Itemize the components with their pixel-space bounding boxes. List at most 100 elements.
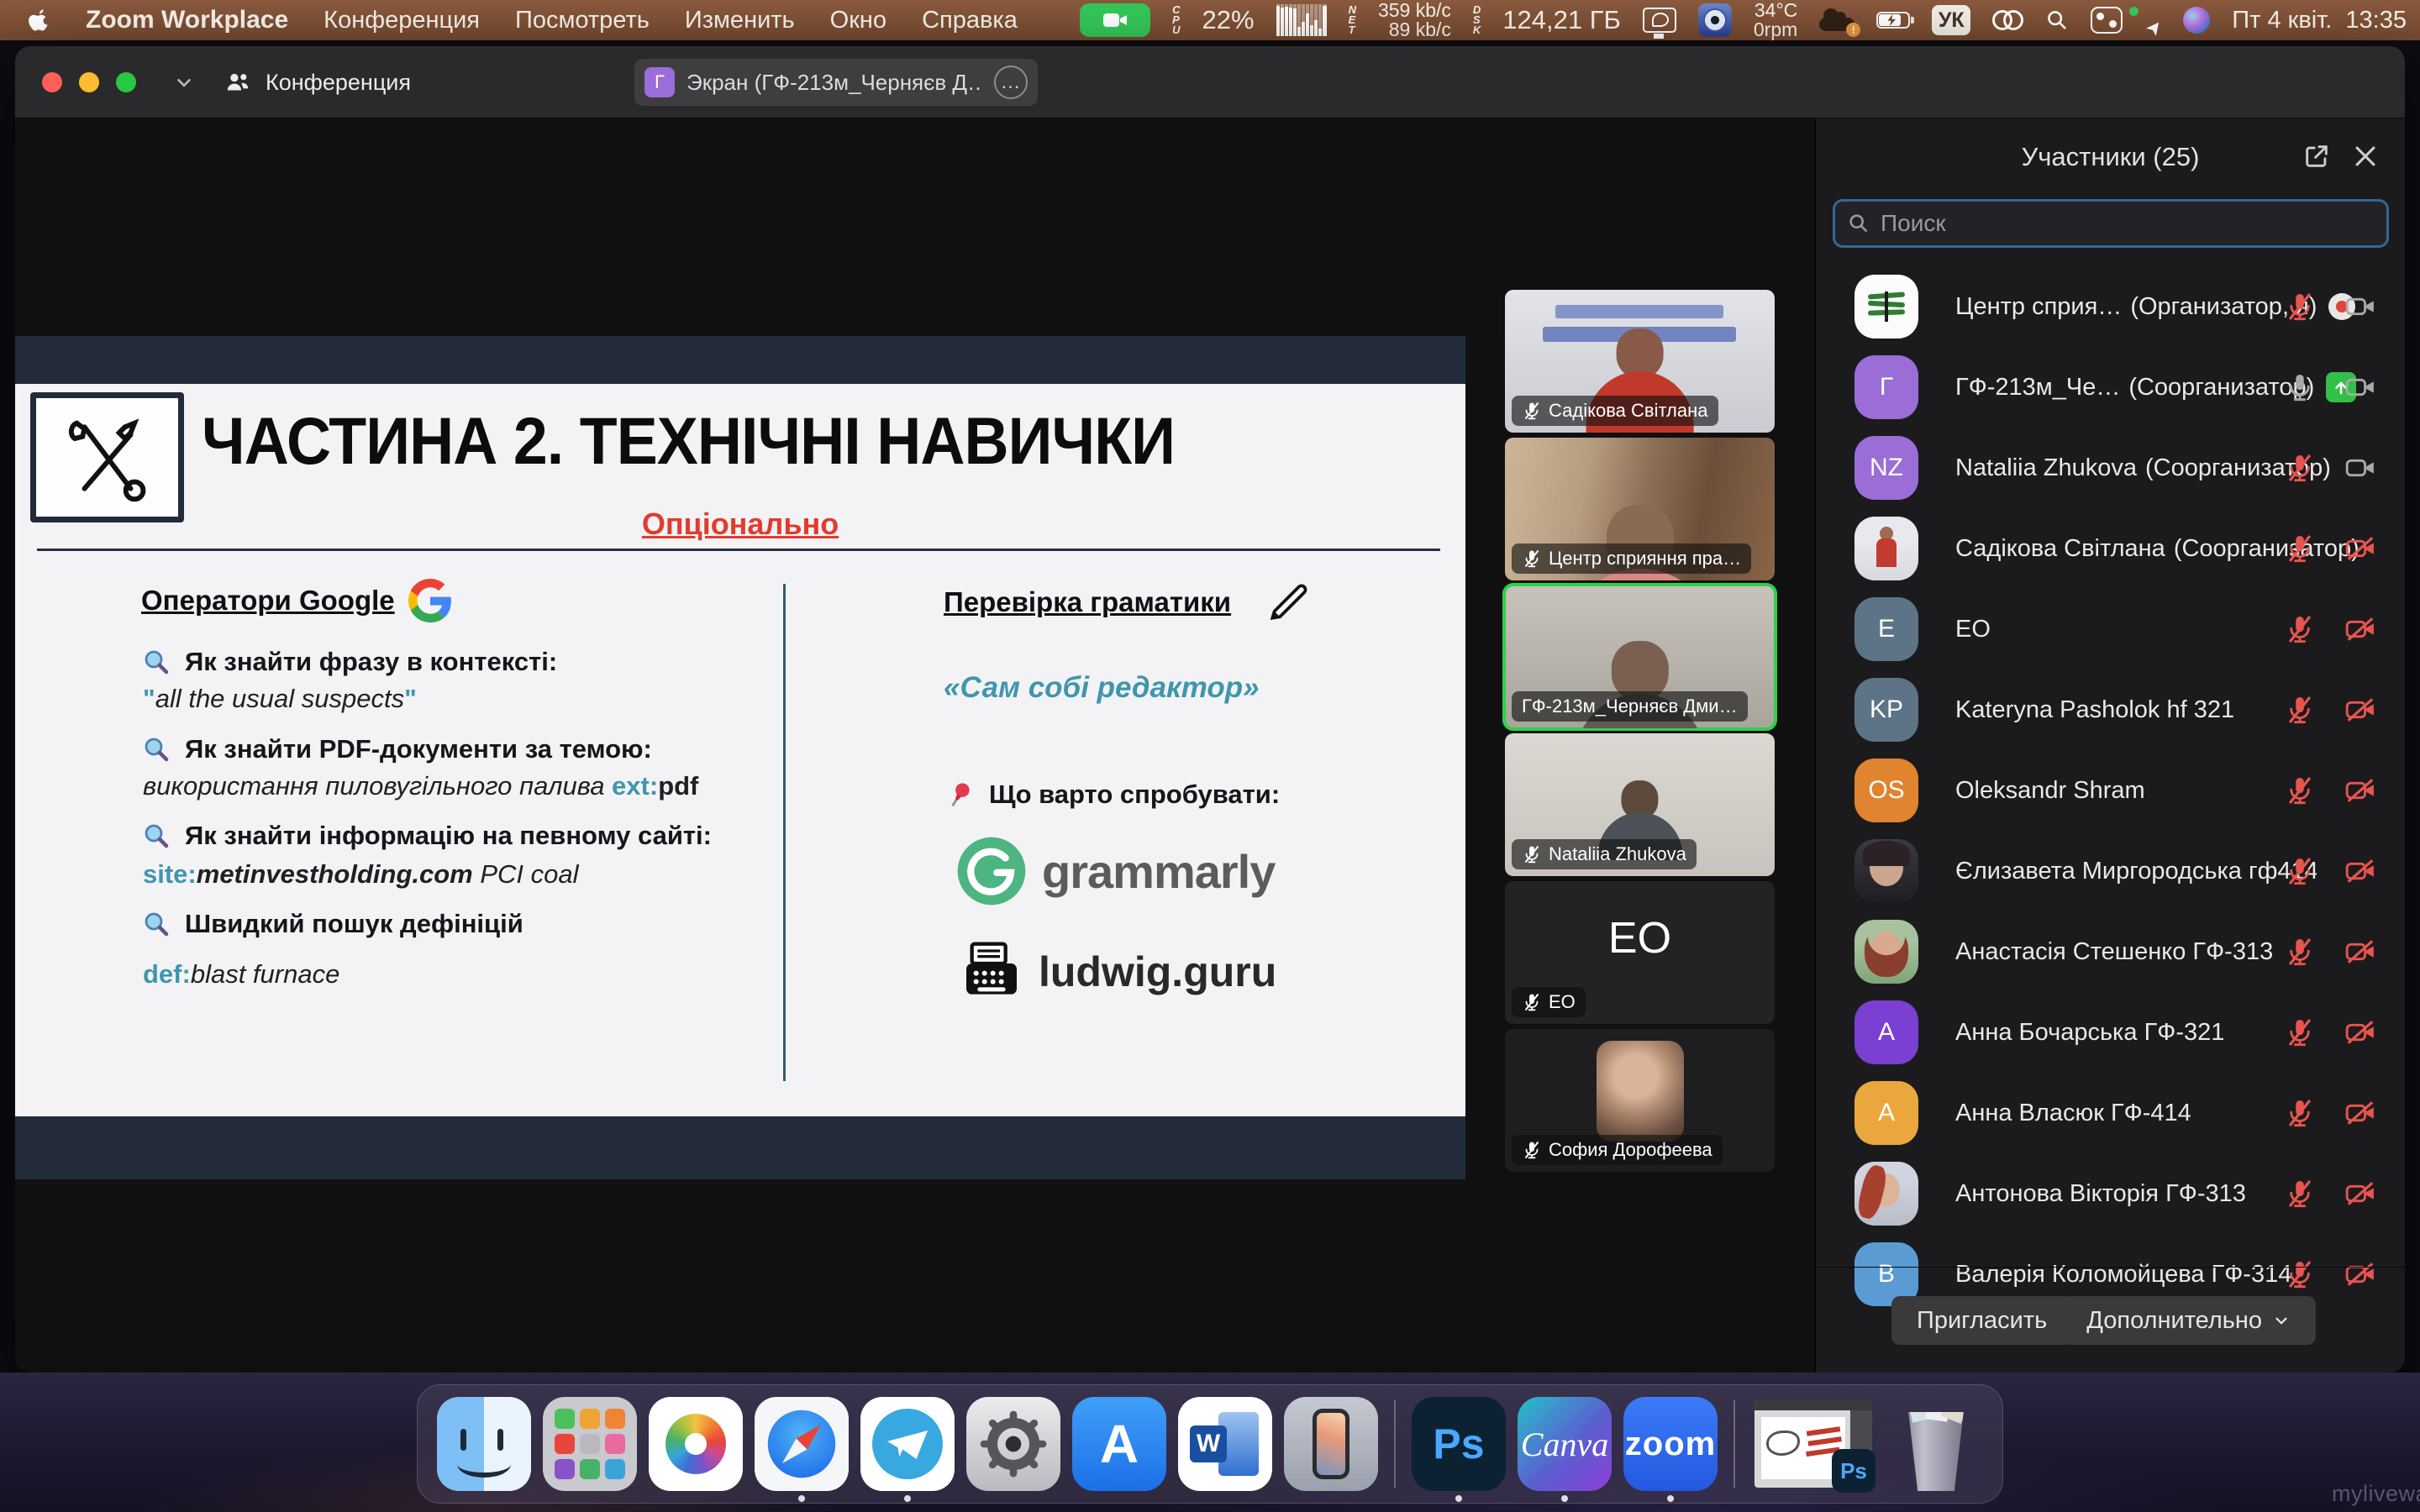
dock-item-photoshop[interactable]: Ps — [1412, 1397, 1506, 1491]
participant-row[interactable]: E EO — [1816, 589, 2405, 669]
dock-item-telegram[interactable] — [860, 1397, 955, 1491]
video-tile-4[interactable]: Nataliia Zhukova — [1505, 733, 1775, 876]
mic-muted-icon[interactable] — [2284, 855, 2316, 887]
tab-meeting-home[interactable]: Конференция — [224, 61, 411, 103]
mic-muted-icon[interactable] — [1522, 401, 1542, 421]
participant-row[interactable]: А Анна Власюк ГФ-414 — [1816, 1073, 2405, 1153]
tab-shared-screen[interactable]: Г Экран (ГФ-213м_Черняєв Д… … — [634, 59, 1038, 106]
camera-off-icon[interactable] — [2344, 694, 2376, 726]
spotlight-search-icon[interactable] — [2045, 8, 2069, 32]
cpu-value[interactable]: 22% — [1202, 5, 1255, 35]
siri-icon[interactable] — [2183, 7, 2210, 34]
istat-monitor-icon[interactable] — [1643, 8, 1676, 33]
video-tile-2[interactable]: Центр сприяння пра… — [1505, 438, 1775, 580]
camera-icon[interactable] — [2344, 371, 2376, 403]
linked-rings-icon[interactable] — [1992, 10, 2023, 30]
mic-muted-icon[interactable] — [1522, 992, 1542, 1012]
menu-Посмотреть[interactable]: Посмотреть — [515, 7, 650, 34]
participant-name: EO — [1955, 616, 1991, 643]
menu-Изменить[interactable]: Изменить — [685, 7, 795, 34]
popout-panel-icon[interactable] — [2302, 142, 2331, 171]
menu-Справка[interactable]: Справка — [922, 7, 1018, 34]
dock-item-trash[interactable] — [1889, 1397, 1983, 1491]
camera-icon[interactable] — [2344, 291, 2376, 323]
mic-icon[interactable] — [2284, 371, 2316, 403]
dock-item-appstore[interactable]: A — [1072, 1397, 1166, 1491]
video-tile-3[interactable]: ГФ-213м_Черняєв Дми… — [1505, 585, 1775, 728]
mic-muted-icon[interactable] — [2284, 1178, 2316, 1210]
camera-off-icon[interactable] — [2344, 855, 2376, 887]
video-name-label: Центр сприяння пра… — [1512, 543, 1751, 574]
mic-muted-icon[interactable] — [2284, 1016, 2316, 1048]
camera-off-icon[interactable] — [2344, 1097, 2376, 1129]
menu-clock[interactable]: Пт 4 квіт. 13:35 — [2232, 7, 2407, 34]
close-window-button[interactable] — [42, 72, 62, 92]
input-source-badge[interactable]: УК — [1932, 5, 1970, 35]
dock-item-iphone[interactable] — [1284, 1397, 1378, 1491]
more-button[interactable]: Дополнительно — [2061, 1296, 2316, 1345]
control-center-icon[interactable] — [2091, 7, 2123, 34]
mic-muted-icon[interactable] — [2284, 613, 2316, 645]
mic-muted-icon[interactable] — [2284, 291, 2316, 323]
participant-row[interactable]: OS Oleksandr Shram — [1816, 750, 2405, 831]
camera-off-icon[interactable] — [2344, 533, 2376, 564]
dock-item-launchpad[interactable] — [543, 1397, 637, 1491]
video-tile-5[interactable]: EO EO — [1505, 881, 1775, 1024]
net-speeds[interactable]: 359 kb/c 89 kb/c — [1378, 1, 1451, 39]
menu-Конференция[interactable]: Конференция — [324, 7, 480, 34]
mic-muted-icon[interactable] — [1522, 1140, 1542, 1160]
dock-item-safari[interactable] — [755, 1397, 849, 1491]
camera-active-indicator[interactable] — [1080, 3, 1150, 37]
tab-more-button[interactable]: … — [994, 66, 1028, 99]
dock-item-canva[interactable]: Canva — [1518, 1397, 1612, 1491]
dock-item-photos[interactable] — [649, 1397, 743, 1491]
mic-muted-icon[interactable] — [2284, 774, 2316, 806]
dock-item-zoom[interactable]: zoom — [1623, 1397, 1718, 1491]
video-tile-1[interactable]: Садікова Світлана — [1505, 290, 1775, 433]
mic-muted-icon[interactable] — [2284, 533, 2316, 564]
participant-row[interactable]: Г ГФ-213м_Че… (Соорганизатор) — [1816, 347, 2405, 428]
participant-row[interactable]: NZ Nataliia Zhukova (Соорганизатор) — [1816, 428, 2405, 508]
menu-Окно[interactable]: Окно — [830, 7, 886, 34]
close-panel-icon[interactable] — [2351, 142, 2380, 171]
apple-logo-icon[interactable] — [29, 8, 50, 33]
participant-row[interactable]: Єлизавета Миргородська гф414сп — [1816, 831, 2405, 911]
video-tile-6[interactable]: София Дорофеева — [1505, 1029, 1775, 1172]
fan-icon[interactable] — [1698, 3, 1732, 37]
menu-app-name[interactable]: Zoom Workplace — [86, 6, 288, 34]
mic-muted-icon[interactable] — [1522, 549, 1542, 569]
search-input[interactable] — [1881, 210, 2375, 237]
participant-row[interactable]: Анастасія Стешенко ГФ-313 — [1816, 911, 2405, 992]
mic-muted-icon[interactable] — [2284, 936, 2316, 968]
participant-row[interactable]: Антонова Вікторія ГФ-313 — [1816, 1153, 2405, 1234]
camera-off-icon[interactable] — [2344, 1178, 2376, 1210]
participant-row[interactable]: Центр сприя… (Организатор, я) — [1816, 266, 2405, 347]
mic-muted-icon[interactable] — [2284, 1097, 2316, 1129]
participant-row[interactable]: А Анна Бочарська ГФ-321 — [1816, 992, 2405, 1073]
camera-icon[interactable] — [2344, 452, 2376, 484]
maximize-window-button[interactable] — [116, 72, 136, 92]
avatar: KP — [1854, 678, 1918, 742]
battery-icon[interactable] — [1876, 12, 1910, 29]
dock: AWPsCanvazoom Ps — [417, 1384, 2003, 1504]
invite-button[interactable]: Пригласить — [1891, 1296, 2072, 1345]
camera-off-icon[interactable] — [2344, 1016, 2376, 1048]
camera-off-icon[interactable] — [2344, 613, 2376, 645]
mic-muted-icon[interactable] — [2284, 694, 2316, 726]
participant-row[interactable]: KP Kateryna Pasholok hf 321 — [1816, 669, 2405, 750]
participant-search[interactable] — [1833, 199, 2389, 248]
minimize-window-button[interactable] — [79, 72, 99, 92]
participant-row[interactable]: Садікова Світлана (Соорганизатор) — [1816, 508, 2405, 589]
dsk-value[interactable]: 124,21 ГБ — [1502, 5, 1621, 35]
mic-muted-icon[interactable] — [2284, 452, 2316, 484]
camera-off-icon[interactable] — [2344, 936, 2376, 968]
mic-muted-icon[interactable] — [1522, 844, 1542, 864]
cloud-sync-icon[interactable]: ! — [1819, 18, 1854, 31]
camera-off-icon[interactable] — [2344, 774, 2376, 806]
dock-item-settings[interactable] — [966, 1397, 1060, 1491]
dock-item-word[interactable]: W — [1178, 1397, 1272, 1491]
chevron-down-icon[interactable] — [173, 71, 195, 93]
dock-item-finder[interactable] — [437, 1397, 531, 1491]
dock-item-pswin[interactable]: Ps — [1751, 1397, 1877, 1491]
temp-fan-readout[interactable]: 34°C 0rpm — [1754, 1, 1797, 39]
